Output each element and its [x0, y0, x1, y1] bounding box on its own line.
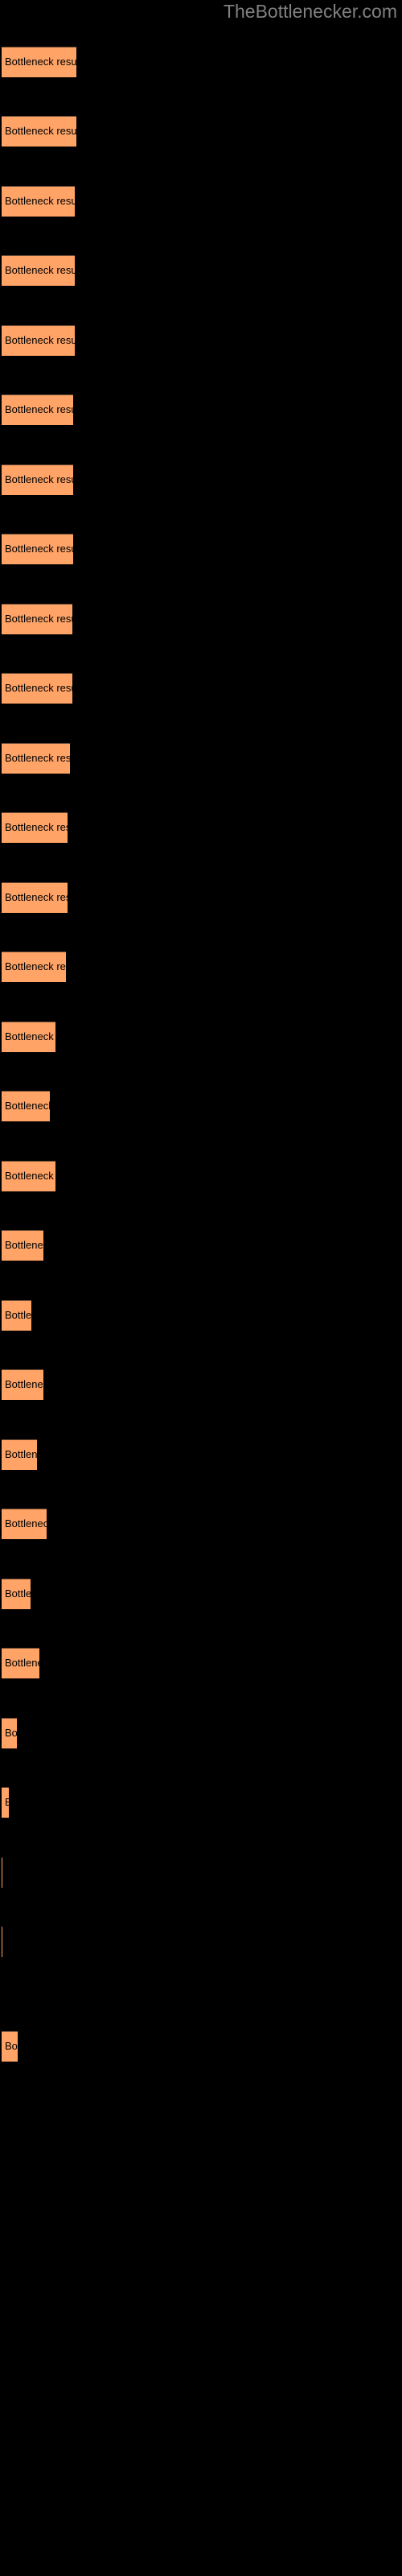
bar-label: Bottleneck result	[5, 1030, 55, 1042]
bar-label: Bottleneck result	[5, 1587, 31, 1600]
bar-label: Bottleneck result	[5, 1100, 50, 1112]
bar-label: Bottleneck result	[5, 334, 75, 346]
bar-label: Bottleneck result	[5, 56, 76, 68]
bar-clip: Bottleneck result	[2, 534, 73, 564]
bar-clip: Bottleneck result	[2, 116, 76, 147]
bar-label: Bottleneck result	[5, 960, 66, 972]
bar-label: Bottleneck result	[5, 1170, 55, 1182]
bar-clip: Bottleneck result	[2, 255, 75, 286]
bar-label: Bottleneck result	[5, 473, 73, 485]
bar-label: Bottleneck result	[5, 1727, 17, 1739]
bar-label: Bottleneck result	[5, 1448, 37, 1460]
bar-label: Bottleneck result	[5, 1239, 43, 1251]
bar-clip: Bottleneck result	[2, 812, 68, 843]
bar-label: Bottleneck result	[5, 2040, 18, 2052]
bar-clip: Bottleneck result	[2, 1579, 31, 1609]
bar-clip: Bottleneck result	[2, 2031, 18, 2062]
bar-clip: Bottleneck result	[2, 743, 70, 774]
bar-clip: Bottleneck result	[2, 1509, 47, 1539]
bar-label: Bottleneck result	[5, 195, 75, 207]
bar-label: Bottleneck result	[5, 1517, 47, 1530]
bar-label: Bottleneck result	[5, 752, 70, 764]
bar-clip: Bottleneck result	[2, 186, 75, 217]
bar-clip: Bottleneck result	[2, 1091, 50, 1121]
bar-label: Bottleneck result	[5, 403, 73, 415]
bar-clip: Bottleneck result	[2, 673, 72, 704]
bar-label: Bottleneck result	[5, 613, 72, 625]
bar-clip: Bottleneck result	[2, 47, 76, 77]
bar-label: Bottleneck result	[5, 1309, 31, 1321]
bar-clip: Bottleneck result	[2, 325, 75, 356]
bar-label: Bottleneck result	[5, 891, 68, 903]
bar-clip: Bottleneck result	[2, 882, 68, 913]
bar-label: Bottleneck result	[5, 125, 76, 137]
bar-clip: Bottleneck result	[2, 1300, 31, 1331]
bar-label: Bottleneck result	[5, 1657, 39, 1669]
site-watermark: TheBottlenecker.com	[223, 1, 397, 22]
bar-clip: Bottleneck result	[2, 604, 72, 634]
bar-label: Bottleneck result	[5, 682, 72, 694]
bar-clip: Bottleneck result	[2, 1787, 9, 1818]
bar-clip: Bottleneck result	[2, 1718, 17, 1748]
bar-label: Bottleneck result	[5, 264, 75, 276]
bar-clip: Bottleneck result	[2, 1369, 43, 1400]
bar-clip: Bottleneck result	[2, 394, 73, 425]
bar-clip: Bottleneck result	[2, 1161, 55, 1191]
bar-label: Bottleneck result	[5, 1796, 9, 1808]
bar-clip: Bottleneck result	[2, 1022, 55, 1052]
bar-label: Bottleneck result	[5, 543, 73, 555]
bar-clip: Bottleneck result	[2, 1648, 39, 1678]
bar-label: Bottleneck result	[5, 821, 68, 833]
bar-clip: Bottleneck result	[2, 1439, 37, 1470]
bar-clip: Bottleneck result	[2, 952, 66, 982]
bar-clip: Bottleneck result	[2, 464, 73, 495]
bar-label: Bottleneck result	[5, 1378, 43, 1390]
bottleneck-bar-chart: TheBottlenecker.com Bottleneck result Bot…	[0, 0, 402, 2576]
bar-clip: Bottleneck result	[2, 1230, 43, 1261]
